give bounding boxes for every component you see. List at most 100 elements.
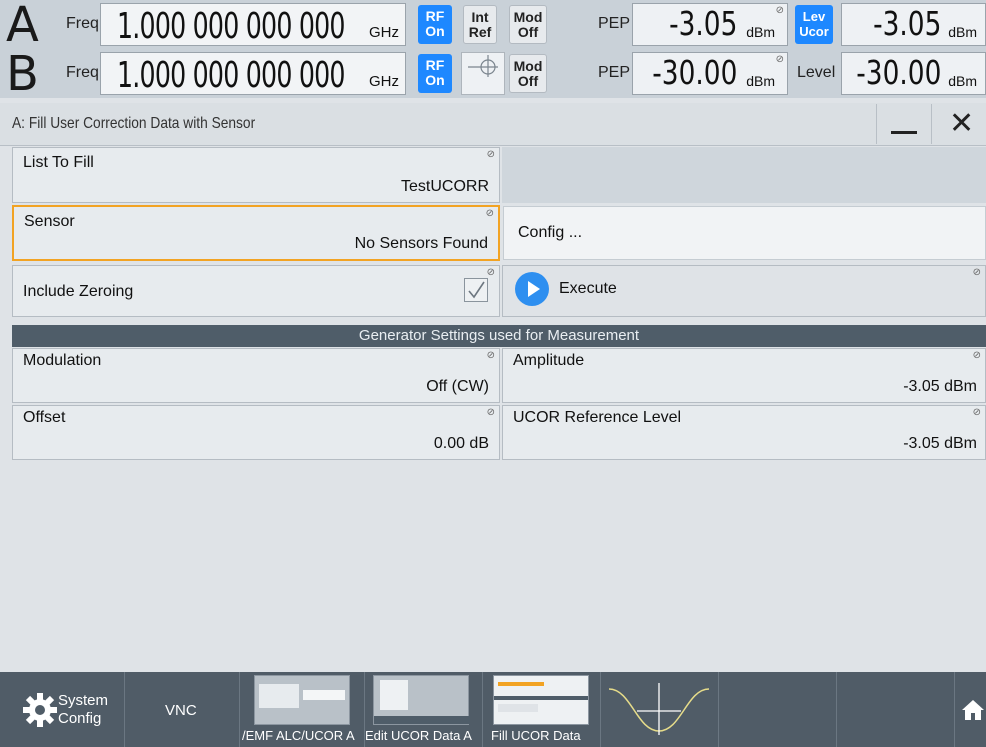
level-value-a: -3.05 [872, 4, 941, 43]
pep-unit-b: dBm [746, 73, 775, 89]
level-field-b[interactable]: -30.00 dBm [841, 52, 986, 95]
system-config-label: System Config [58, 692, 109, 727]
freq-unit-b: GHz [369, 73, 399, 90]
path-b-letter: B [6, 46, 39, 102]
freq-value-b: 1.000 000 000 000 [117, 55, 346, 96]
offset-label: Offset [23, 409, 66, 426]
sensor-label: Sensor [24, 213, 75, 230]
status-bar: A Freq 1.000 000 000 000 GHz RF On Int R… [0, 0, 986, 102]
freq-label-a: Freq [66, 15, 99, 32]
sensor-field[interactable]: Sensor No Sensors Found ⊘ [12, 205, 500, 261]
task-thumbnail [493, 675, 589, 725]
ref-button-a[interactable]: Int Ref [463, 5, 497, 44]
minimize-icon [891, 131, 917, 134]
edit-indicator-icon: ⊘ [972, 267, 981, 278]
task-label: Edit UCOR Data A [365, 728, 472, 743]
mod-button-b[interactable]: Mod Off [509, 54, 547, 93]
lev-ucor-button-a[interactable]: Lev Ucor [795, 5, 833, 44]
rf-on-button-a[interactable]: RF On [418, 5, 452, 44]
modulation-field[interactable]: Modulation Off (CW) ⊘ [12, 348, 500, 403]
freq-field-b[interactable]: 1.000 000 000 000 GHz [100, 52, 406, 96]
task-label: /EMF ALC/UCOR A [242, 728, 355, 743]
level-unit-a: dBm [948, 24, 977, 40]
pep-unit-a: dBm [746, 24, 775, 40]
freq-label-b: Freq [66, 64, 99, 81]
edit-indicator-icon: ⊘ [775, 5, 784, 16]
mod-button-a[interactable]: Mod Off [509, 5, 547, 44]
task-label: Fill UCOR Data [491, 728, 581, 743]
edit-indicator-icon: ⊘ [485, 208, 494, 219]
sensor-value: No Sensors Found [354, 235, 488, 252]
include-zeroing-label: Include Zeroing [23, 283, 134, 300]
edit-indicator-icon: ⊘ [486, 149, 495, 160]
level-unit-b: dBm [948, 73, 977, 89]
edit-indicator-icon: ⊘ [486, 407, 495, 418]
edit-indicator-icon: ⊘ [486, 267, 495, 278]
waveform-button[interactable] [601, 672, 719, 747]
list-to-fill-value: TestUCORR [400, 178, 489, 195]
empty-task-slot[interactable] [719, 672, 837, 747]
freq-unit-a: GHz [369, 24, 399, 41]
task-edit-ucor-data[interactable]: Edit UCOR Data A [365, 672, 483, 747]
level-field-a[interactable]: -3.05 dBm [841, 3, 986, 46]
execute-button[interactable]: Execute ⊘ [502, 265, 986, 317]
include-zeroing-field[interactable]: Include Zeroing ⊘ [12, 265, 500, 317]
ucor-reference-level-value: -3.05 dBm [903, 435, 977, 452]
coupled-ref-icon[interactable] [461, 52, 505, 95]
offset-field[interactable]: Offset 0.00 dB ⊘ [12, 405, 500, 460]
section-header: Generator Settings used for Measurement [12, 325, 986, 347]
gear-icon [23, 693, 57, 727]
pep-label-a: PEP [598, 15, 631, 32]
include-zeroing-checkbox[interactable] [464, 278, 488, 302]
execute-label: Execute [559, 280, 617, 297]
edit-indicator-icon: ⊘ [972, 350, 981, 361]
empty-task-slot[interactable] [837, 672, 955, 747]
vnc-button[interactable]: VNC [125, 672, 240, 747]
close-button[interactable]: ✕ [931, 104, 986, 144]
modulation-value: Off (CW) [426, 378, 489, 395]
pep-field-b[interactable]: -30.00 dBm ⊘ [632, 52, 788, 95]
close-icon: ✕ [949, 106, 975, 141]
pep-value-a: -3.05 [668, 4, 737, 43]
pep-value-b: -30.00 [651, 53, 737, 92]
minimize-button[interactable] [876, 104, 931, 144]
empty-area [502, 147, 986, 203]
amplitude-value: -3.05 dBm [903, 378, 977, 395]
taskbar: System Config VNC /EMF ALC/UCOR A Edit U… [0, 672, 986, 747]
pep-label-b: PEP [598, 64, 631, 81]
freq-field-a[interactable]: 1.000 000 000 000 GHz [100, 3, 406, 47]
level-value-b: -30.00 [855, 53, 941, 92]
path-b-row: B Freq 1.000 000 000 000 GHz RF On Mod O… [0, 46, 986, 102]
dialog-title: A: Fill User Correction Data with Sensor [12, 115, 256, 132]
edit-indicator-icon: ⊘ [775, 54, 784, 65]
task-thumbnail [254, 675, 350, 725]
offset-value: 0.00 dB [433, 435, 489, 452]
list-to-fill-field[interactable]: List To Fill TestUCORR ⊘ [12, 147, 500, 203]
amplitude-field[interactable]: Amplitude -3.05 dBm ⊘ [502, 348, 986, 403]
task-emf-alc-ucor[interactable]: /EMF ALC/UCOR A [240, 672, 365, 747]
play-icon [515, 272, 549, 306]
ucor-reference-level-label: UCOR Reference Level [513, 409, 682, 426]
sine-wave-icon [609, 683, 709, 735]
config-button[interactable]: Config ... [503, 206, 986, 260]
task-thumbnail [373, 675, 470, 725]
level-label-b: Level [797, 64, 836, 81]
system-config-button[interactable]: System Config [0, 672, 125, 747]
dialog-title-bar: A: Fill User Correction Data with Sensor… [0, 103, 986, 146]
rf-on-button-b[interactable]: RF On [418, 54, 452, 93]
ucor-reference-level-field[interactable]: UCOR Reference Level -3.05 dBm ⊘ [502, 405, 986, 460]
pep-field-a[interactable]: -3.05 dBm ⊘ [632, 3, 788, 46]
edit-indicator-icon: ⊘ [972, 407, 981, 418]
path-a-row: A Freq 1.000 000 000 000 GHz RF On Int R… [0, 0, 986, 53]
home-button[interactable] [955, 672, 986, 747]
edit-indicator-icon: ⊘ [486, 350, 495, 361]
config-button-label: Config ... [518, 224, 583, 241]
list-to-fill-label: List To Fill [23, 154, 94, 171]
amplitude-label: Amplitude [513, 352, 585, 369]
check-icon [468, 281, 485, 299]
modulation-label: Modulation [23, 352, 102, 369]
vnc-label: VNC [165, 702, 197, 719]
freq-value-a: 1.000 000 000 000 [117, 6, 346, 47]
home-icon [962, 700, 984, 720]
task-fill-ucor-data[interactable]: Fill UCOR Data [483, 672, 601, 747]
